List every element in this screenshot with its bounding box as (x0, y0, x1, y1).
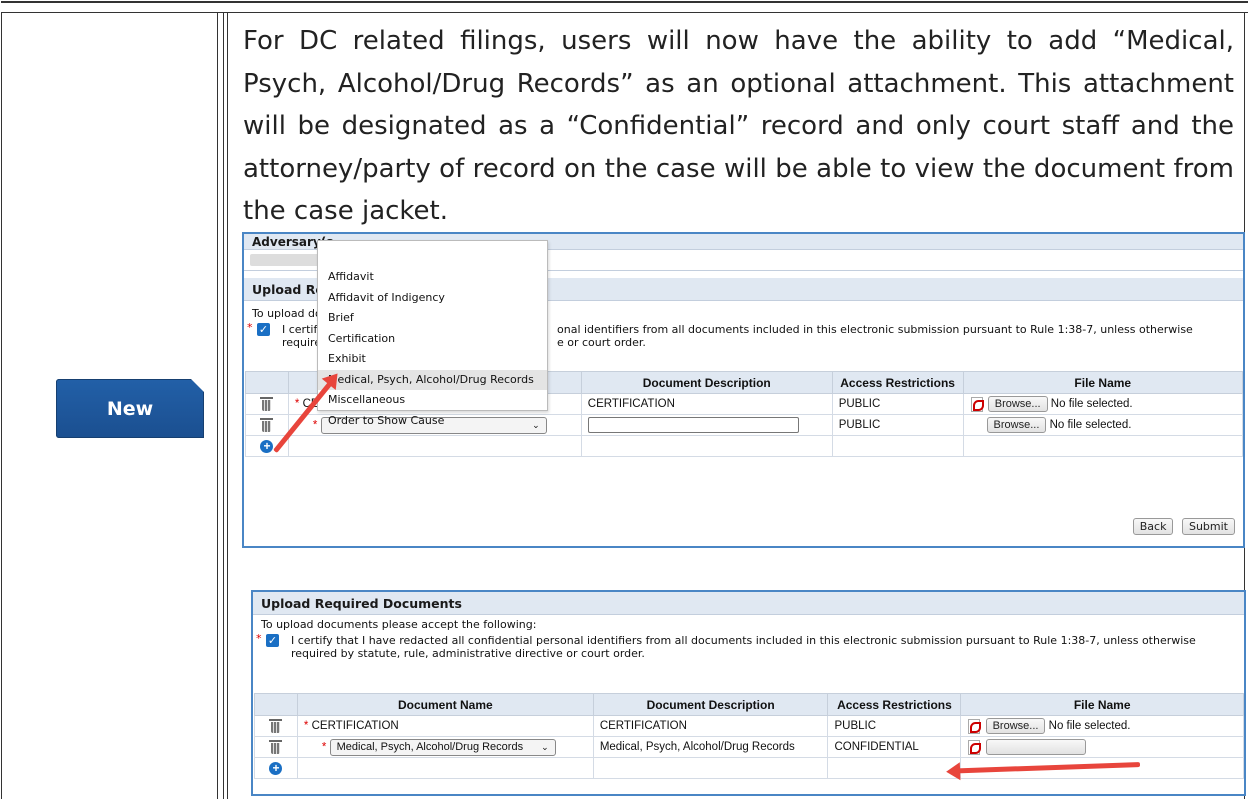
frame-top-rule (1, 12, 1248, 13)
certify-text-line2: required by statute, rule, administrativ… (291, 647, 645, 660)
frame-left-border (1, 13, 2, 799)
dropdown-option[interactable]: Certification (318, 329, 547, 350)
trash-icon[interactable] (260, 418, 274, 432)
certify-block: * ✓ I certify that I have redacted all c… (256, 632, 1196, 660)
frame-divider-3 (227, 13, 228, 799)
certify-text-b: onal identifiers from all documents incl… (557, 323, 1193, 336)
col-document-description: Document Description (580, 371, 833, 394)
browse-button[interactable]: Browse... (985, 718, 1046, 734)
document-description: Medical, Psych, Alcohol/Drug Records (592, 736, 829, 758)
document-description: CERTIFICATION (580, 393, 833, 415)
trash-icon[interactable] (269, 740, 283, 754)
pdf-icon[interactable] (967, 718, 982, 734)
upload-instruction: To upload documents please accept the fo… (261, 618, 537, 631)
upload-section-header: Upload Required Documents (253, 592, 1244, 615)
redacted-party (250, 254, 320, 266)
back-button[interactable]: Back (1132, 518, 1174, 535)
document-name: CERTIFICATION (311, 720, 399, 732)
dropdown-option[interactable]: Exhibit (318, 349, 547, 370)
document-type-dropdown[interactable]: Affidavit Affidavit of Indigency Brief C… (317, 240, 548, 427)
access-restriction-confidential: CONFIDENTIAL (827, 736, 962, 758)
certify-text-line1: I certify that I have redacted all confi… (291, 634, 1196, 647)
frame-divider-2 (223, 13, 224, 799)
certify-checkbox[interactable]: ✓ (257, 323, 270, 336)
certify-text-c: require (282, 336, 322, 349)
table-row: * Medical, Psych, Alcohol/Drug Records ⌄ … (254, 736, 1244, 758)
dropdown-option[interactable]: Miscellaneous (318, 390, 547, 411)
access-restriction: PUBLIC (831, 393, 964, 415)
dropdown-option[interactable]: Order to Show Cause (318, 411, 547, 432)
add-row-icon[interactable]: + (260, 439, 274, 453)
certify-text-d: e or court order. (557, 336, 646, 349)
document-name-select[interactable]: Medical, Psych, Alcohol/Drug Records ⌄ (329, 738, 556, 756)
intro-paragraph: For DC related filings, users will now h… (243, 26, 1234, 227)
col-access-restrictions: Access Restrictions (831, 371, 964, 394)
dropdown-option[interactable]: Brief (318, 308, 547, 329)
submit-button[interactable]: Submit (1181, 518, 1235, 535)
document-description: CERTIFICATION (592, 715, 829, 737)
document-description-input[interactable] (587, 417, 799, 433)
browse-button[interactable]: Browse... (986, 417, 1047, 433)
new-badge: New (56, 379, 204, 438)
dropdown-option-highlighted[interactable]: Medical, Psych, Alcohol/Drug Records (318, 369, 547, 390)
selected-document-name: Medical, Psych, Alcohol/Drug Records (336, 740, 524, 753)
table-header-row: Document Name Document Description Acces… (254, 693, 1244, 716)
trash-icon[interactable] (269, 719, 283, 733)
chevron-down-icon: ⌄ (541, 741, 549, 752)
col-file-name: File Name (962, 371, 1243, 394)
add-row-icon[interactable]: + (269, 761, 283, 775)
certify-checkbox[interactable]: ✓ (266, 634, 279, 647)
col-document-description: Document Description (592, 693, 829, 716)
access-restriction: PUBLIC (831, 414, 964, 436)
add-row: + (245, 435, 1243, 457)
file-status: No file selected. (1050, 398, 1133, 410)
frame-divider-1 (217, 13, 218, 799)
upload-section-title: Upload Required Documents (261, 595, 462, 611)
col-file-name: File Name (960, 693, 1244, 716)
file-status: No file selected. (1048, 720, 1131, 732)
col-access-restrictions: Access Restrictions (827, 693, 962, 716)
dropdown-option[interactable]: Affidavit of Indigency (318, 288, 547, 309)
form-actions: Back Submit (1132, 518, 1235, 535)
table-row: * CERTIFICATION CERTIFICATION PUBLIC Bro… (254, 715, 1244, 737)
col-document-name: Document Name (296, 693, 594, 716)
trash-icon[interactable] (260, 397, 274, 411)
pdf-icon[interactable] (970, 396, 984, 412)
file-status: No file selected. (1049, 419, 1132, 431)
browse-button[interactable] (985, 739, 1086, 755)
browse-button[interactable]: Browse... (987, 396, 1048, 412)
dropdown-option[interactable]: Affidavit (318, 267, 547, 288)
pdf-icon[interactable] (967, 739, 982, 755)
access-restriction: PUBLIC (827, 715, 962, 737)
